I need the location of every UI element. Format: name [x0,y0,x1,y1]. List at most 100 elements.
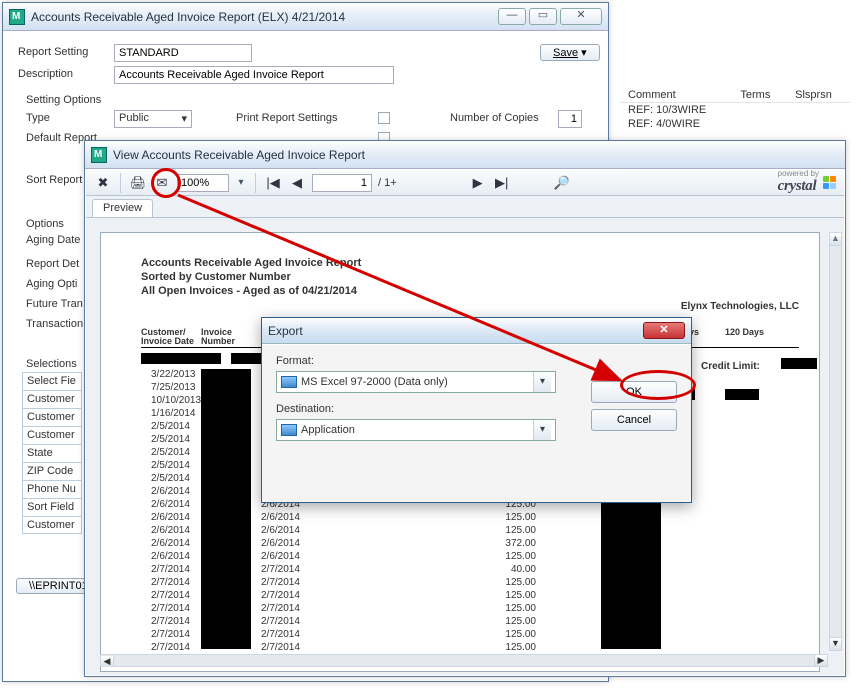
selection-row[interactable]: Customer [22,390,82,408]
aging-date-label: Aging Date [26,234,80,246]
type-label: Type [26,112,50,124]
format-label: Format: [276,355,677,367]
grid-cell: REF: 4/0WIRE [620,117,732,131]
due-date-cell: 2/6/2014 [261,512,300,523]
invoice-date-cell: 2/6/2014 [151,512,190,523]
dialog-title: Export [268,324,643,338]
print-settings-checkbox[interactable] [378,112,390,124]
invoice-date-cell: 2/7/2014 [151,590,190,601]
description-label: Description [18,68,73,80]
invoice-date-cell: 2/7/2014 [151,564,190,575]
minimize-button[interactable]: — [498,8,526,25]
invoice-date-cell: 2/5/2014 [151,447,190,458]
maximize-button[interactable]: ▭ [529,8,557,25]
zoom-dropdown-icon[interactable]: ▾ [235,177,247,188]
prev-page-icon[interactable]: ◀ [288,174,306,192]
company-name: Elynx Technologies, LLC [681,301,799,312]
dialog-close-button[interactable]: ✕ [643,322,685,339]
report-asof: All Open Invoices - Aged as of 04/21/201… [141,285,357,297]
invoice-date-cell: 2/5/2014 [151,434,190,445]
amount-cell: 125.00 [481,512,536,523]
due-date-cell: 2/6/2014 [261,538,300,549]
zoom-input[interactable] [177,174,229,192]
last-page-icon[interactable]: ▶| [493,174,511,192]
due-date-cell: 2/7/2014 [261,564,300,575]
report-setting-label: Report Setting [18,46,88,58]
amount-cell: 125.00 [481,551,536,562]
next-page-icon[interactable]: ▶ [469,174,487,192]
selection-row[interactable]: ZIP Code [22,462,82,480]
invoice-date-cell: 2/7/2014 [151,577,190,588]
sort-report-label: Sort Report [26,174,82,186]
amount-cell: 40.00 [481,564,536,575]
titlebar[interactable]: Accounts Receivable Aged Invoice Report … [3,3,608,31]
destination-select[interactable]: Application ▾ [276,419,556,441]
invoice-date-cell: 2/5/2014 [151,460,190,471]
horizontal-scrollbar[interactable]: ◀▶ [100,654,828,667]
due-date-cell: 2/7/2014 [261,616,300,627]
invoice-date-cell: 7/25/2013 [151,382,196,393]
amount-cell: 372.00 [481,538,536,549]
first-page-icon[interactable]: |◀ [264,174,282,192]
due-date-cell: 2/7/2014 [261,642,300,653]
print-icon[interactable]: 🖨 [129,174,147,192]
close-report-icon[interactable]: ✖ [94,174,112,192]
format-icon [281,376,297,388]
col-120days: 120 Days [725,327,764,337]
amount-cell: 125.00 [481,642,536,653]
invoice-date-cell: 2/6/2014 [151,525,190,536]
grid-cell: REF: 10/3WIRE [620,103,732,118]
col-slsprsn: Slsprsn [787,88,850,103]
page-number-input[interactable] [312,174,372,192]
redacted-block [781,358,817,369]
selection-row[interactable]: Customer [22,516,82,534]
invoice-date-cell: 2/6/2014 [151,499,190,510]
redacted-block [201,369,251,649]
selection-row[interactable]: Select Fie [22,372,82,390]
col-terms: Terms [732,88,787,103]
window-title: View Accounts Receivable Aged Invoice Re… [113,148,839,162]
ok-button[interactable]: OK [591,381,677,403]
destination-icon [281,424,297,436]
dialog-titlebar[interactable]: Export ✕ [262,318,691,344]
selection-row[interactable]: Sort Field [22,498,82,516]
invoice-date-cell: 3/22/2013 [151,369,196,380]
due-date-cell: 2/6/2014 [261,525,300,536]
copies-label: Number of Copies [450,112,539,124]
redacted-block [141,353,221,364]
export-icon[interactable]: ✉ [153,174,171,192]
due-date-cell: 2/7/2014 [261,590,300,601]
amount-cell: 125.00 [481,603,536,614]
due-date-cell: 2/6/2014 [261,551,300,562]
tab-strip: Preview [86,196,844,218]
selections-list: Select FieCustomerCustomerCustomerStateZ… [22,372,82,534]
redacted-block [601,503,661,649]
tab-preview[interactable]: Preview [92,199,153,217]
chevron-down-icon: ▾ [533,420,551,440]
report-setting-input[interactable] [114,44,252,62]
due-date-cell: 2/7/2014 [261,577,300,588]
export-dialog: Export ✕ Format: MS Excel 97-2000 (Data … [261,317,692,503]
col-number: Number [201,336,235,346]
close-button[interactable]: ✕ [560,8,602,25]
copies-input[interactable] [558,110,582,128]
amount-cell: 125.00 [481,525,536,536]
amount-cell: 125.00 [481,590,536,601]
invoice-date-cell: 2/6/2014 [151,538,190,549]
report-detail-label: Report Det [26,258,79,270]
selection-row[interactable]: Phone Nu [22,480,82,498]
background-grid-fragment: Comment Terms Slsprsn REF: 10/3WIRE REF:… [620,88,850,131]
chevron-down-icon: ▾ [533,372,551,392]
vertical-scrollbar[interactable]: ▲▼ [829,232,842,651]
format-select[interactable]: MS Excel 97-2000 (Data only) ▾ [276,371,556,393]
selection-row[interactable]: Customer [22,426,82,444]
invoice-date-cell: 1/16/2014 [151,408,196,419]
titlebar[interactable]: View Accounts Receivable Aged Invoice Re… [85,141,845,169]
search-icon[interactable]: 🔎 [553,174,571,192]
selection-row[interactable]: Customer [22,408,82,426]
cancel-button[interactable]: Cancel [591,409,677,431]
selection-row[interactable]: State [22,444,82,462]
description-input[interactable] [114,66,394,84]
save-button[interactable]: Save ▾ [540,44,600,61]
type-select[interactable]: Public ▾ [114,110,192,128]
